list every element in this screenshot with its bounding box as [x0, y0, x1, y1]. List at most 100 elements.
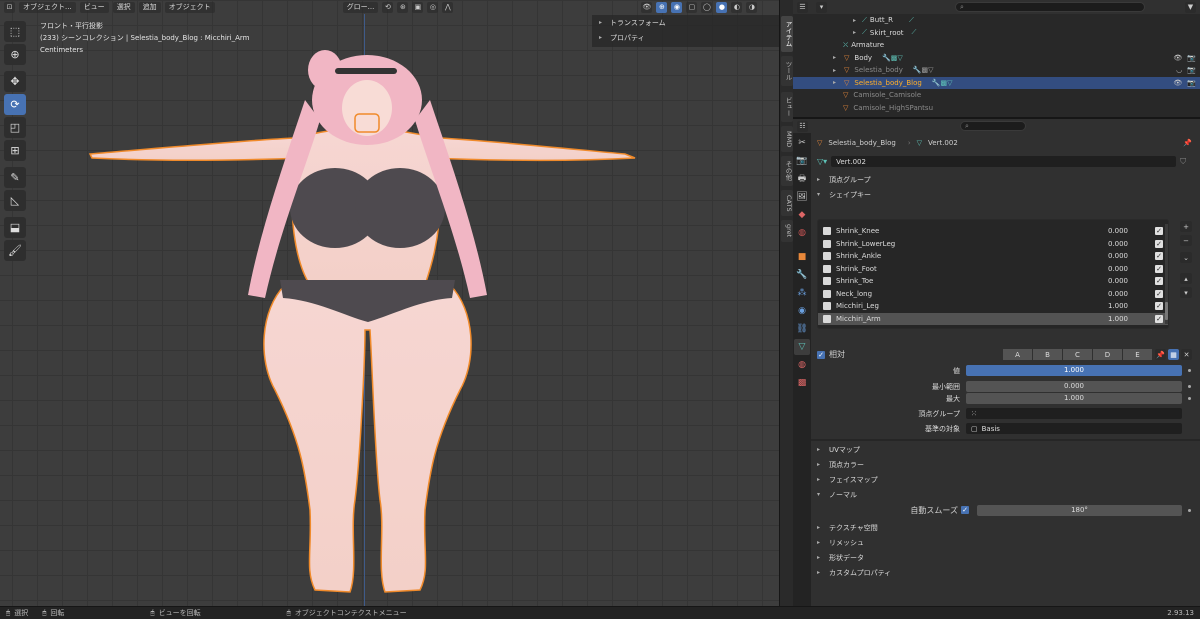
transform-tool[interactable]: ⊞	[4, 140, 26, 161]
physics-tab-icon[interactable]: ◉	[794, 303, 810, 319]
filter-icon[interactable]: ▼	[1185, 1, 1196, 13]
keyframe-dot-icon[interactable]	[1188, 397, 1191, 400]
list-scrollbar[interactable]	[1165, 224, 1168, 324]
add-cube-tool[interactable]: ⬓	[4, 217, 26, 238]
cursor-tool[interactable]: ⊕	[4, 44, 26, 65]
properties-search-input[interactable]: ⌕	[960, 121, 1026, 131]
pivot-icon[interactable]: ⟲	[382, 1, 394, 13]
relative-checkbox[interactable]: ✓	[817, 350, 825, 359]
list-item-selected[interactable]: Micchiri_Arm 1.000 ✓	[818, 312, 1168, 325]
rendered-shading-icon[interactable]: ◑	[746, 1, 758, 13]
menu-object[interactable]: オブジェクト	[164, 1, 215, 13]
value-slider[interactable]: 1.000	[966, 365, 1182, 376]
properties-panel[interactable]: ▸ プロパティ	[592, 30, 779, 45]
tab-tool[interactable]: ツール	[781, 56, 793, 86]
move-tool[interactable]: ✥	[4, 71, 26, 92]
mute-checkbox[interactable]: ✓	[1155, 264, 1163, 273]
list-item[interactable]: Shrink_Foot 0.000 ✓	[818, 263, 1168, 276]
material-tab-icon[interactable]: ◍	[794, 357, 810, 373]
auto-smooth-checkbox[interactable]: ✓	[961, 506, 969, 514]
tab-item[interactable]: アイテム	[781, 16, 793, 52]
list-item[interactable]: Shrink_Ankle 0.000 ✓	[818, 250, 1168, 263]
mesh-data-browse-icon[interactable]: ▽▾	[817, 157, 827, 166]
menu-select[interactable]: 選択	[112, 1, 135, 13]
editor-type-icon[interactable]: ☷	[797, 120, 808, 132]
outliner-row[interactable]: ⛌ Armature	[793, 39, 1200, 52]
outliner-row[interactable]: ▸ ⟋ Butt_R ⟋	[793, 14, 1200, 27]
wireframe-shading-icon[interactable]: ◯	[701, 1, 713, 13]
vertex-group-field[interactable]: ⁙	[966, 408, 1182, 419]
render-tab-icon[interactable]: 📷	[794, 153, 810, 169]
mute-checkbox[interactable]: ✓	[1155, 289, 1163, 298]
max-range-field[interactable]: 1.000	[966, 393, 1182, 404]
move-down-button[interactable]: ▾	[1180, 287, 1192, 298]
outliner-row[interactable]: ▸ ▽ Selestia_body 🔧▩▽ ◡ 📷	[793, 64, 1200, 77]
mode-select[interactable]: オブジェクト...	[19, 1, 76, 13]
tab-mmd[interactable]: MMD	[781, 126, 793, 152]
custom-properties-section[interactable]: ▸ カスタムプロパティ	[811, 565, 1200, 580]
remove-shape-key-button[interactable]: −	[1180, 235, 1192, 246]
texture-space-section[interactable]: ▸ テクスチャ空間	[811, 520, 1200, 535]
outliner-row[interactable]: ▽ Camisole_HighSPantsu	[793, 102, 1200, 115]
tab-other[interactable]: その他	[781, 156, 793, 186]
outliner-search-input[interactable]: ⌕	[955, 2, 1145, 12]
world-tab-icon[interactable]: ◍	[794, 225, 810, 241]
mesh-name-field[interactable]: Vert.002	[831, 156, 1177, 167]
camera-icon[interactable]: 📷	[1187, 54, 1196, 62]
material-shading-icon[interactable]: ◐	[731, 1, 743, 13]
keyframe-dot-icon[interactable]	[1188, 385, 1191, 388]
snap-icon[interactable]: ⊛	[397, 1, 409, 13]
mute-checkbox[interactable]: ✓	[1155, 252, 1163, 261]
keyframe-dot-icon[interactable]	[1188, 509, 1191, 512]
camera-icon[interactable]: 📷	[1187, 79, 1196, 87]
shape-key-list[interactable]: Shrink_Knee 0.000 ✓ Shrink_LowerLeg 0.000 ✓ …	[817, 219, 1169, 329]
camera-icon[interactable]: 📷	[1187, 66, 1196, 74]
relative-toggle[interactable]: ✓ 相対	[817, 349, 845, 360]
select-box-tool[interactable]: ⬚	[4, 21, 26, 42]
edit-mode-shape-icon[interactable]: ▦	[1168, 349, 1179, 360]
tool-tab-icon[interactable]: ✂	[794, 135, 810, 151]
mesh-data-tab-icon[interactable]: ▽	[794, 339, 810, 355]
visibility-icon[interactable]: 👁	[641, 1, 653, 13]
particles-tab-icon[interactable]: ⁂	[794, 285, 810, 301]
shape-button-e[interactable]: E	[1123, 349, 1152, 360]
vertex-groups-section[interactable]: ▸ 頂点グループ	[811, 172, 1200, 187]
display-mode-icon[interactable]: ▾	[816, 1, 827, 13]
clear-shape-icon[interactable]: ✕	[1181, 349, 1192, 360]
outliner-row-selected[interactable]: ▸ ▽ Selestia_body_Blog 🔧▩▽ 👁 📷	[793, 76, 1200, 89]
shape-button-b[interactable]: B	[1033, 349, 1062, 360]
object-tab-icon[interactable]: ■	[794, 249, 810, 265]
texture-tab-icon[interactable]: ▩	[794, 375, 810, 391]
paint-tool[interactable]: 🖌	[4, 240, 26, 261]
outliner-row[interactable]: ▸ ⟋ Skirt_root ⟋	[793, 27, 1200, 40]
specials-menu-button[interactable]: ⌄	[1180, 252, 1192, 263]
list-item[interactable]: Micchiri_Leg 1.000 ✓	[818, 300, 1168, 313]
list-item[interactable]: Shrink_LowerLeg 0.000 ✓	[818, 238, 1168, 251]
proportional-edit-icon[interactable]: ◎	[427, 1, 439, 13]
3d-viewport[interactable]: ⊡ オブジェクト... ビュー 選択 追加 オブジェクト グロー... ⟲ ⊛ …	[0, 0, 779, 606]
move-up-button[interactable]: ▴	[1180, 273, 1192, 284]
keyframe-dot-icon[interactable]	[1188, 369, 1191, 372]
transform-orientation-select[interactable]: グロー...	[342, 1, 379, 13]
tab-gret[interactable]: gret	[781, 220, 793, 242]
xray-icon[interactable]: ▢	[686, 1, 698, 13]
pin-icon[interactable]: 📌	[1183, 139, 1192, 147]
eye-icon[interactable]: 👁	[1173, 79, 1182, 87]
remesh-section[interactable]: ▸ リメッシュ	[811, 535, 1200, 550]
character-model[interactable]	[80, 30, 650, 606]
mute-checkbox[interactable]: ✓	[1155, 239, 1163, 248]
pin-shape-icon[interactable]: 📌	[1155, 349, 1166, 360]
shape-keys-section[interactable]: ▾ シェイプキー	[811, 187, 1200, 202]
scene-tab-icon[interactable]: ◆	[794, 207, 810, 223]
shape-button-c[interactable]: C	[1063, 349, 1092, 360]
min-range-field[interactable]: 0.000	[966, 381, 1182, 392]
measure-tool[interactable]: ◺	[4, 190, 26, 211]
add-shape-key-button[interactable]: +	[1180, 221, 1192, 232]
menu-view[interactable]: ビュー	[79, 1, 109, 13]
list-item[interactable]: Neck_long 0.000 ✓	[818, 288, 1168, 301]
snap-target-icon[interactable]: ▣	[412, 1, 424, 13]
modifier-tab-icon[interactable]: 🔧	[794, 267, 810, 283]
falloff-icon[interactable]: ⋀	[442, 1, 454, 13]
outliner-row[interactable]: ▸ ▽ Body 🔧▩▽ 👁 📷	[793, 52, 1200, 65]
relative-key-field[interactable]: ▢ Basis	[966, 423, 1182, 434]
